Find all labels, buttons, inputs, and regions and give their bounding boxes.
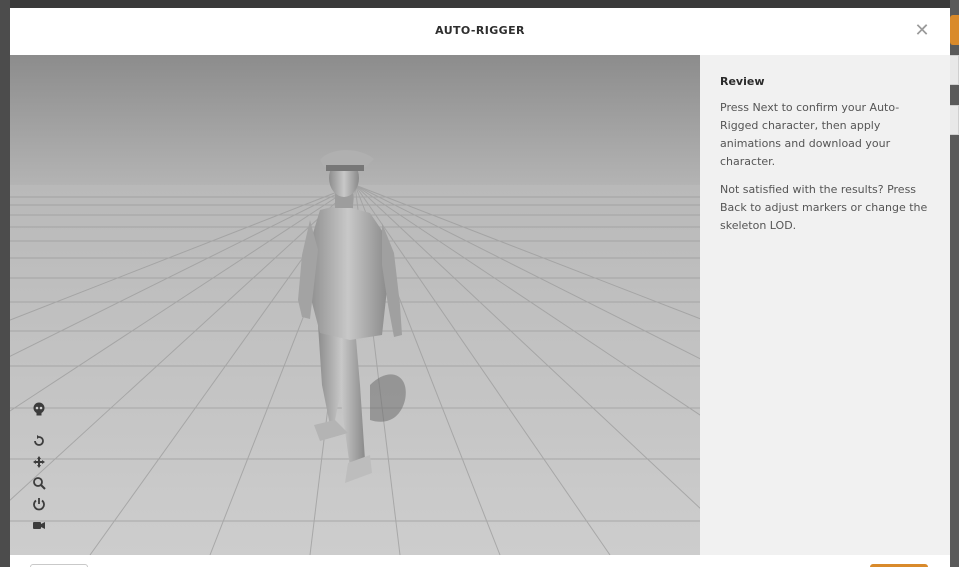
background-app-right [950,0,959,567]
viewport-toolbar [30,400,52,534]
skull-icon[interactable] [30,400,48,418]
3d-scene [10,55,700,555]
rotate-icon[interactable] [30,432,48,450]
background-app-left [0,0,10,567]
auto-rigger-modal: AUTO-RIGGER ✕ Review Press Next to confi… [10,8,950,567]
review-panel: Review Press Next to confirm your Auto-R… [700,55,950,555]
power-icon[interactable] [30,495,48,513]
panel-heading: Review [720,75,765,88]
close-icon[interactable]: ✕ [912,21,932,41]
modal-footer [10,555,950,567]
modal-header: AUTO-RIGGER ✕ [10,8,950,56]
zoom-icon[interactable] [30,474,48,492]
camera-icon[interactable] [30,516,48,534]
3d-viewport[interactable] [10,55,700,555]
modal-title: AUTO-RIGGER [435,24,525,37]
background-orange-button [950,15,959,45]
review-description: Press Next to confirm your Auto-Rigged c… [720,101,900,168]
review-hint: Not satisfied with the results? Press Ba… [720,183,928,232]
move-icon[interactable] [30,453,48,471]
